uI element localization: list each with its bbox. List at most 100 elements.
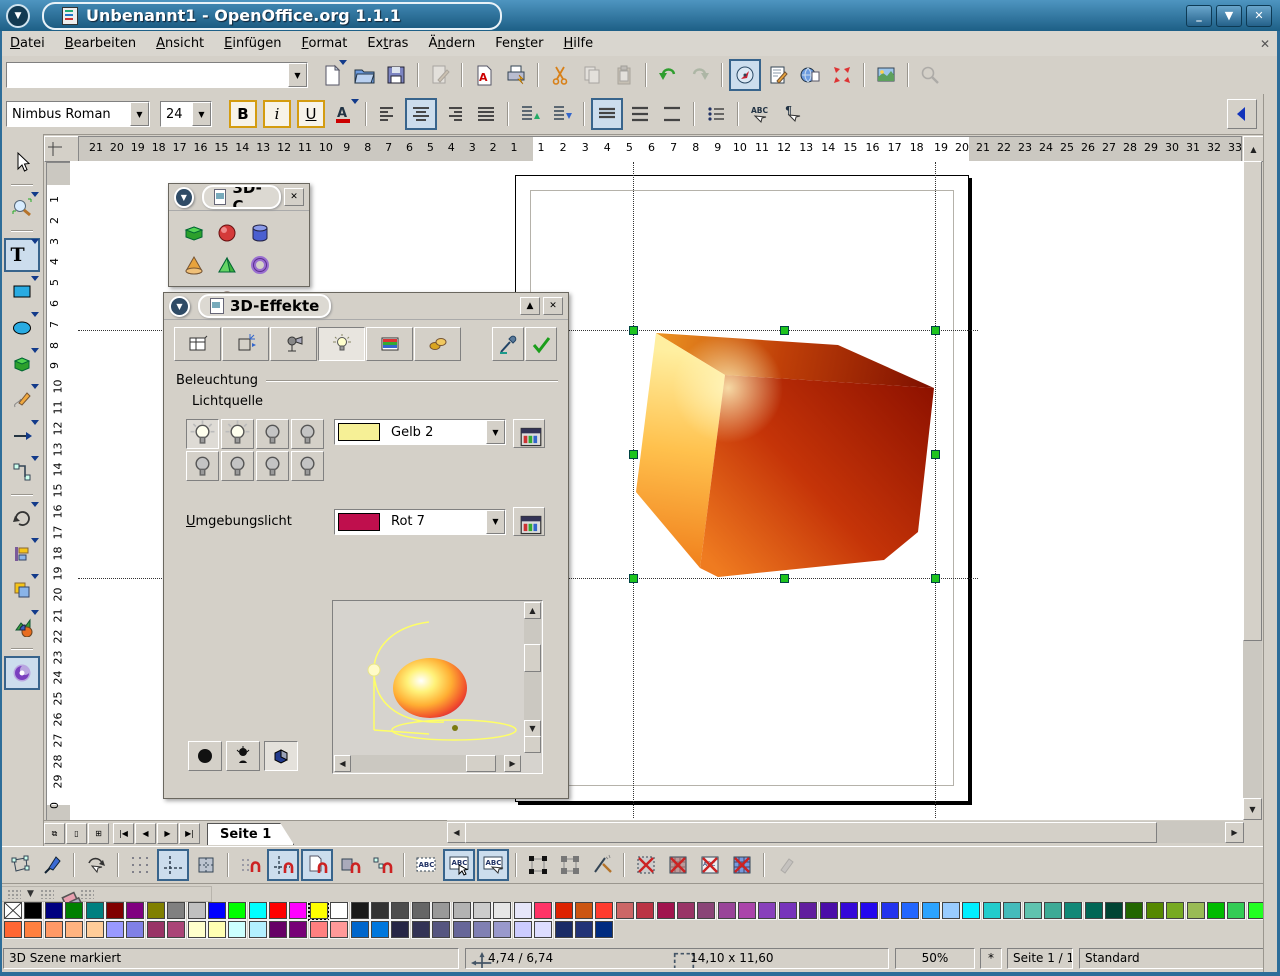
color-swatch[interactable] [677, 902, 695, 919]
ambient-color-combo[interactable]: Rot 7 ▼ [334, 509, 506, 535]
snap-border-button[interactable] [335, 850, 365, 880]
color-swatch[interactable] [24, 921, 42, 938]
color-swatch[interactable] [473, 921, 491, 938]
previous-page-button[interactable]: ◀ [135, 823, 156, 844]
font-name-combo[interactable]: Nimbus Roman ▼ [6, 101, 150, 127]
color-swatch[interactable] [962, 902, 980, 919]
color-swatch[interactable] [493, 921, 511, 938]
rectangle-tool-button[interactable] [5, 276, 39, 308]
color-swatch[interactable] [1125, 902, 1143, 919]
light-source-4-button[interactable] [291, 419, 324, 449]
cylinder-3d-button[interactable] [244, 217, 275, 249]
menu-format[interactable]: Format [292, 33, 358, 54]
url-combo[interactable]: ▼ [6, 62, 308, 88]
color-swatch[interactable] [289, 902, 307, 919]
color-swatch[interactable] [188, 921, 206, 938]
toolbar-grip[interactable] [40, 889, 54, 899]
mode-master-button[interactable]: ▯ [66, 823, 87, 844]
vertical-scrollbar[interactable]: ▼ [1243, 161, 1262, 820]
distribute-icon[interactable]: ▼ [27, 889, 34, 899]
color-swatch[interactable] [269, 921, 287, 938]
light-color-dialog-button[interactable] [513, 419, 545, 448]
color-swatch[interactable] [820, 902, 838, 919]
color-swatch[interactable] [167, 921, 185, 938]
color-swatch[interactable] [1166, 902, 1184, 919]
light-source-3-button[interactable] [256, 419, 289, 449]
color-swatch[interactable] [391, 921, 409, 938]
navigator-button[interactable] [729, 59, 761, 91]
url-input[interactable] [7, 65, 288, 85]
status-position-size[interactable]: 4,74 / 6,74 14,10 x 11,60 [465, 948, 889, 969]
light-preview[interactable]: ▲ ▼ ◀ ▶ [332, 600, 543, 774]
large-handles-button[interactable] [555, 850, 585, 880]
3d-cube-object[interactable] [628, 326, 940, 582]
eraser-icon[interactable] [60, 887, 74, 901]
color-swatch[interactable] [167, 902, 185, 919]
color-swatch[interactable] [147, 921, 165, 938]
favorites-tab-button[interactable] [174, 327, 221, 361]
color-swatch[interactable] [1024, 902, 1042, 919]
toolbar-grip[interactable] [80, 889, 94, 899]
color-swatch[interactable] [371, 902, 389, 919]
material-tab-button[interactable] [414, 327, 461, 361]
color-swatch[interactable] [208, 902, 226, 919]
color-swatch[interactable] [208, 921, 226, 938]
line-spacing-2-button[interactable] [657, 99, 687, 129]
color-swatch[interactable] [4, 921, 22, 938]
color-swatch[interactable] [514, 921, 532, 938]
color-swatch[interactable] [289, 921, 307, 938]
text-tool-button[interactable]: T [4, 238, 40, 272]
font-size-combo[interactable]: 24 ▼ [160, 101, 212, 127]
color-swatch[interactable] [1227, 902, 1245, 919]
light-source-8-button[interactable] [291, 451, 324, 481]
bullets-button[interactable] [701, 99, 731, 129]
vertical-ruler[interactable]: 1234567891011121314151617181920212223242… [46, 162, 72, 822]
color-swatch[interactable] [412, 902, 430, 919]
text-placeholder-button[interactable]: ABC [695, 850, 725, 880]
quick-edit-button[interactable]: ABC [411, 850, 441, 880]
font-name-dropdown-icon[interactable]: ▼ [130, 102, 149, 126]
palette-title-bar[interactable]: ▼ 3D-C ✕ [169, 184, 309, 211]
color-swatch[interactable] [657, 902, 675, 919]
light-color-dropdown-icon[interactable]: ▼ [486, 420, 505, 444]
color-swatch[interactable] [575, 921, 593, 938]
line-spacing-1-button[interactable] [591, 98, 623, 130]
color-swatch[interactable] [65, 902, 83, 919]
color-swatch[interactable] [1187, 902, 1205, 919]
close-button[interactable]: ✕ [1246, 5, 1272, 27]
menu-einfgen[interactable]: Einfügen [214, 33, 291, 54]
color-swatch[interactable] [106, 902, 124, 919]
color-swatch[interactable] [860, 902, 878, 919]
arrange-tool-button[interactable] [5, 574, 39, 606]
preview-vscroll-thumb[interactable] [524, 644, 541, 672]
font-color-button[interactable]: A [329, 99, 359, 129]
status-page[interactable]: Seite 1 / 1 [1007, 948, 1073, 969]
color-swatch[interactable] [310, 921, 328, 938]
color-swatch[interactable] [595, 902, 613, 919]
show-guides-button[interactable] [157, 849, 189, 881]
handle-middle-left[interactable] [629, 450, 638, 459]
color-swatch[interactable] [942, 902, 960, 919]
color-swatch[interactable] [983, 902, 1001, 919]
align-left-button[interactable] [373, 99, 403, 129]
color-swatch[interactable] [493, 902, 511, 919]
color-swatch[interactable] [45, 921, 63, 938]
select-text-area-button[interactable]: ABC [443, 849, 475, 881]
color-swatch[interactable] [901, 902, 919, 919]
color-swatch[interactable] [351, 902, 369, 919]
shading-tab-button[interactable] [270, 327, 317, 361]
handle-bottom-left[interactable] [629, 574, 638, 583]
rotate-mode-button[interactable] [81, 850, 111, 880]
spellcheck-button[interactable]: ABC [745, 99, 775, 129]
preview-hscroll-thumb[interactable] [466, 755, 496, 772]
color-swatch[interactable] [351, 921, 369, 938]
color-swatch[interactable] [1003, 902, 1021, 919]
contour-placeholder-button[interactable] [663, 850, 693, 880]
double-click-text-button[interactable]: ABC [477, 849, 509, 881]
mode-layer-button[interactable]: ⊞ [88, 823, 109, 844]
bold-button[interactable]: B [229, 100, 257, 128]
color-swatch[interactable] [269, 902, 287, 919]
color-swatch[interactable] [228, 902, 246, 919]
color-swatch[interactable] [1044, 902, 1062, 919]
rotate-effects-tool-button[interactable] [5, 502, 39, 534]
